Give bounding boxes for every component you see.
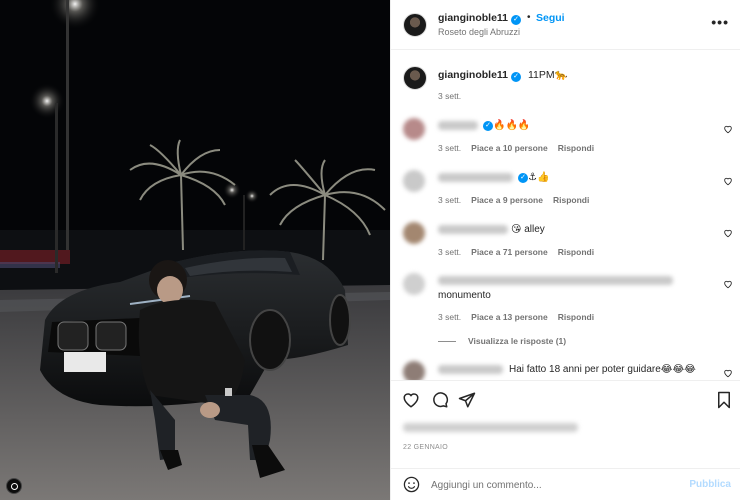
comment-icon[interactable] [431, 391, 449, 409]
post-side-panel: gianginoble11 ✓ • Segui Roseto degli Abru… [390, 0, 740, 500]
likes-summary[interactable] [403, 423, 578, 432]
post-actions: 22 GENNAIO [391, 380, 740, 470]
verified-badge-icon: ✓ [511, 15, 522, 25]
view-replies-button[interactable]: Visualizza le risposte (1) [468, 336, 566, 346]
comment-time[interactable]: 3 sett. [438, 312, 461, 322]
avatar[interactable] [403, 13, 427, 37]
heart-icon[interactable] [402, 391, 420, 409]
replies-divider [438, 341, 456, 342]
avatar[interactable] [403, 118, 425, 140]
reply-button[interactable]: Rispondi [558, 312, 594, 322]
heart-icon[interactable] [723, 176, 733, 186]
comment-username[interactable] [438, 173, 513, 182]
comment-username[interactable] [438, 121, 478, 130]
post-photo[interactable] [0, 0, 390, 500]
comment-time[interactable]: 3 sett. [438, 143, 461, 153]
emoji-icon[interactable] [403, 476, 420, 493]
comment-likes[interactable]: Piace a 9 persone [471, 195, 543, 205]
more-options-icon[interactable]: ••• [711, 14, 729, 30]
heart-icon[interactable] [723, 124, 733, 134]
verified-badge-icon: ✓ [483, 121, 493, 131]
comment-likes[interactable]: Piace a 10 persone [471, 143, 548, 153]
post-author[interactable]: gianginoble11 ✓ [438, 12, 522, 25]
comment-likes[interactable]: Piace a 13 persone [471, 312, 548, 322]
comment-meta: 3 sett. Piace a 71 persone Rispondi [438, 247, 594, 257]
comment-text: ⚓👍 [528, 172, 550, 183]
tagged-users-icon[interactable] [6, 478, 22, 494]
avatar[interactable] [403, 222, 425, 244]
comment-username[interactable] [438, 365, 503, 374]
verified-badge-icon: ✓ [518, 173, 528, 183]
comment-time[interactable]: 3 sett. [438, 247, 461, 257]
caption-time[interactable]: 3 sett. [438, 91, 461, 101]
caption-text: 11PM🐆 [527, 69, 568, 81]
comment-composer: Pubblica [391, 468, 740, 500]
avatar[interactable] [403, 66, 427, 90]
comment-text: Hai fatto 18 anni per poter guidare😂😂😂 [509, 364, 696, 375]
avatar[interactable] [403, 361, 425, 380]
reply-button[interactable]: Rispondi [558, 143, 594, 153]
avatar[interactable] [403, 273, 425, 295]
separator-dot: • [527, 12, 531, 23]
heart-icon[interactable] [723, 228, 733, 238]
comment-time[interactable]: 3 sett. [438, 195, 461, 205]
reply-button[interactable]: Rispondi [553, 195, 589, 205]
comment-text: 😘 alley [511, 224, 545, 235]
comment-text: monumento [438, 290, 491, 301]
heart-icon[interactable] [723, 368, 733, 378]
comment-likes[interactable]: Piace a 71 persone [471, 247, 548, 257]
username[interactable]: gianginoble11 [438, 12, 508, 24]
post-date[interactable]: 22 GENNAIO [403, 444, 448, 451]
heart-icon[interactable] [723, 279, 733, 289]
comment-username[interactable] [438, 276, 673, 285]
caption-username[interactable]: gianginoble11 [438, 69, 508, 81]
comment-input[interactable] [431, 477, 681, 493]
location-link[interactable]: Roseto degli Abruzzi [438, 27, 520, 37]
comment-username[interactable] [438, 225, 508, 234]
avatar[interactable] [403, 170, 425, 192]
follow-button[interactable]: Segui [536, 12, 565, 24]
post-header: gianginoble11 ✓ • Segui Roseto degli Abru… [391, 0, 740, 50]
bookmark-icon[interactable] [715, 391, 733, 409]
comments-list[interactable]: gianginoble11 ✓ 11PM🐆 3 sett. ✓ 🔥🔥🔥 3 set… [391, 51, 740, 380]
comment-meta: 3 sett. Piace a 10 persone Rispondi [438, 143, 594, 153]
publish-button[interactable]: Pubblica [689, 479, 731, 490]
night-car-photo [0, 0, 390, 500]
share-icon[interactable] [458, 391, 476, 409]
comment-meta: 3 sett. Piace a 13 persone Rispondi [438, 312, 594, 322]
verified-badge-icon: ✓ [511, 72, 522, 82]
comment-meta: 3 sett. Piace a 9 persone Rispondi [438, 195, 589, 205]
reply-button[interactable]: Rispondi [558, 247, 594, 257]
caption: gianginoble11 ✓ 11PM🐆 [438, 68, 568, 82]
comment-text: 🔥🔥🔥 [493, 120, 531, 131]
